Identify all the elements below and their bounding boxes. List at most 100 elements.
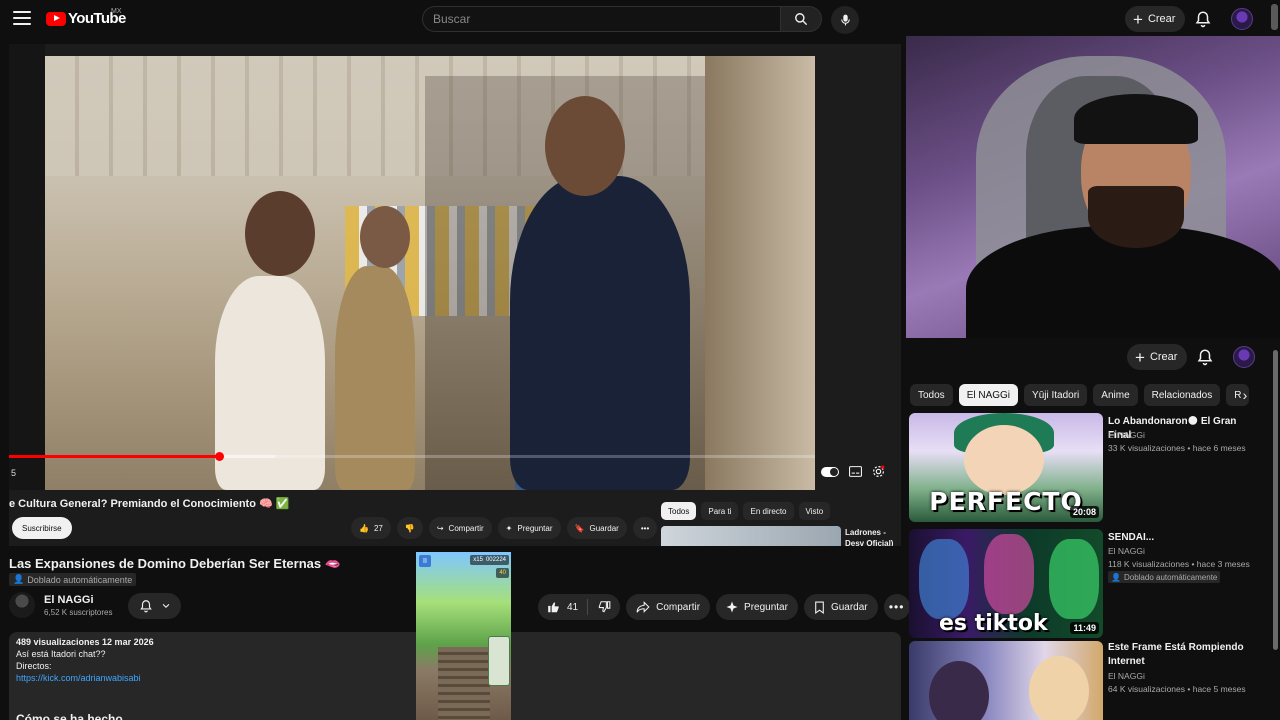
game-score: x15 002224 [470, 555, 509, 565]
mini-video-title[interactable]: e Cultura General? Premiando el Conocimi… [9, 497, 289, 510]
voice-search-button[interactable] [831, 6, 859, 34]
mini-chip[interactable]: Todos [661, 502, 697, 520]
channel-subscriber-count: 6,52 K suscriptores [44, 608, 113, 617]
save-button[interactable]: Guardar [803, 594, 878, 620]
chevron-down-icon [162, 603, 169, 609]
recommendation-channel[interactable]: El NAGGi [1108, 430, 1145, 440]
video-frame[interactable] [45, 56, 815, 490]
dubbed-badge: 👤 Doblado automáticamente [1108, 571, 1221, 583]
recommendation-channel[interactable]: El NAGGi [1108, 671, 1145, 681]
chip-anime[interactable]: Anime [1093, 384, 1138, 406]
mini-dislike-button[interactable]: 👎 [396, 517, 423, 539]
like-button[interactable]: 41 [538, 594, 587, 620]
game-track [438, 647, 490, 720]
channel-avatar[interactable] [9, 592, 35, 618]
top-bar: YouTube MX + Crear [0, 0, 1280, 38]
recommendation-title[interactable]: Este Frame Está Rompiendo Internet [1108, 641, 1258, 669]
video-duration: 20:08 [1069, 506, 1099, 518]
ask-label: Preguntar [744, 601, 788, 613]
mini-save-button[interactable]: 🔖 Guardar [566, 517, 627, 539]
share-button[interactable]: Compartir [626, 594, 711, 620]
notifications-bell-icon[interactable] [1196, 348, 1214, 366]
chip-todos[interactable]: Todos [910, 384, 953, 406]
progress-scrubber[interactable] [214, 452, 224, 461]
more-actions-button[interactable]: ••• [883, 594, 910, 620]
search-input[interactable] [422, 6, 780, 32]
sparkle-icon [726, 601, 738, 613]
recommendation-item[interactable]: es tiktok 11:49 SENDAI... El NAGGi 118 K… [909, 529, 1269, 639]
dubbed-badge-label: Doblado automáticamente [1123, 572, 1218, 582]
account-avatar[interactable] [1233, 346, 1255, 368]
scene-person-head [545, 96, 625, 196]
chip-relacionados[interactable]: Relacionados [1143, 384, 1221, 406]
dubbed-badge-label: Doblado automáticamente [27, 574, 133, 585]
thumbs-up-icon [548, 602, 559, 613]
dislike-button[interactable] [588, 594, 620, 620]
chip-yuji-itadori[interactable]: Yūji Itadori [1024, 384, 1088, 406]
chevron-right-icon[interactable]: › [1238, 386, 1252, 404]
scene-wall [705, 56, 815, 490]
more-icon: ••• [888, 600, 905, 614]
mini-ask-label: Preguntar [517, 523, 553, 533]
youtube-logo[interactable]: YouTube MX [46, 8, 126, 27]
webcam-overlay [906, 36, 1280, 338]
video-player[interactable]: 5 e Cultura General? Premiando el Conoci… [9, 44, 901, 546]
sidebar-scrollbar[interactable] [1273, 350, 1278, 650]
create-button-secondary[interactable]: + Crear [1127, 344, 1188, 370]
subtitles-icon[interactable] [849, 466, 862, 477]
mini-ask-button[interactable]: ✦ Preguntar [497, 517, 561, 539]
scene-person [510, 176, 690, 490]
dub-person-icon: 👤 [13, 574, 25, 584]
mini-like-button[interactable]: 👍 27 [351, 517, 391, 539]
like-dislike-group: 41 [538, 594, 621, 620]
scene-person-head [245, 191, 315, 276]
ask-button[interactable]: Preguntar [716, 594, 798, 620]
recommendation-thumbnail[interactable] [909, 641, 1103, 720]
mini-subscribe-button[interactable]: Suscribirse [12, 517, 72, 539]
search-button[interactable] [780, 6, 822, 32]
plus-icon: + [1133, 9, 1143, 29]
autoplay-toggle[interactable] [821, 466, 839, 477]
game-multiplier: x15 [473, 557, 483, 563]
recommendation-channel[interactable]: El NAGGi [1108, 546, 1145, 556]
mini-share-button[interactable]: ↪ Compartir [428, 517, 492, 539]
create-label: Crear [1147, 13, 1176, 25]
notifications-bell-icon[interactable] [1194, 10, 1212, 28]
like-count: 41 [567, 601, 579, 613]
chip-el-naggi[interactable]: El NAGGi [958, 384, 1019, 406]
thumb-figure [1029, 656, 1089, 720]
thumbs-up-icon: 👍 [359, 523, 369, 533]
streamer-cap [1074, 94, 1198, 144]
recommendation-meta: 118 K visualizaciones • hace 3 meses [1108, 559, 1250, 569]
mini-chip[interactable]: Visto [798, 502, 831, 520]
mini-recommendation-title[interactable]: Ladrones - Desv Oficial) [845, 527, 901, 546]
mini-chip[interactable]: Para ti [701, 502, 739, 520]
channel-name[interactable]: El NAGGi [44, 594, 94, 606]
recommendation-title[interactable]: SENDAI... [1108, 531, 1258, 545]
mini-share-label: Compartir [448, 523, 484, 533]
settings-gear-icon[interactable] [872, 465, 885, 478]
share-icon: ↪ [436, 523, 444, 533]
recommendation-thumbnail[interactable]: es tiktok 11:49 [909, 529, 1103, 638]
logo-region: MX [111, 8, 122, 15]
progress-bar[interactable] [9, 452, 815, 461]
thumbs-down-icon: 👎 [404, 523, 415, 533]
mini-chip[interactable]: En directo [743, 502, 794, 520]
mini-recommendation-thumbnail[interactable] [661, 526, 841, 546]
mini-more-button[interactable]: ••• [632, 517, 658, 539]
scene-person-head [360, 206, 410, 268]
video-title: Las Expansiones de Domino Deberían Ser E… [9, 556, 341, 571]
notifications-dropdown-button[interactable] [128, 593, 181, 619]
page-scrollbar-top[interactable] [1271, 4, 1278, 30]
thumb-figure [919, 539, 969, 619]
mini-like-count: 27 [373, 523, 383, 533]
mini-action-bar: 👍 27 👎 ↪ Compartir ✦ Preguntar 🔖 Guardar… [351, 517, 658, 539]
create-button[interactable]: + Crear [1125, 6, 1186, 32]
menu-icon[interactable] [13, 11, 31, 25]
recommendation-item[interactable]: PERFECTO 20:08 Lo Abandonaron🌑 El Gran F… [909, 413, 1269, 523]
account-avatar[interactable] [1231, 8, 1253, 30]
game-pause-icon: II [419, 555, 431, 567]
recommendation-thumbnail[interactable]: PERFECTO 20:08 [909, 413, 1103, 522]
video-action-bar: 41 Compartir Preguntar Guardar ••• [538, 594, 910, 620]
recommendation-item[interactable]: Este Frame Está Rompiendo Internet El NA… [909, 641, 1269, 720]
